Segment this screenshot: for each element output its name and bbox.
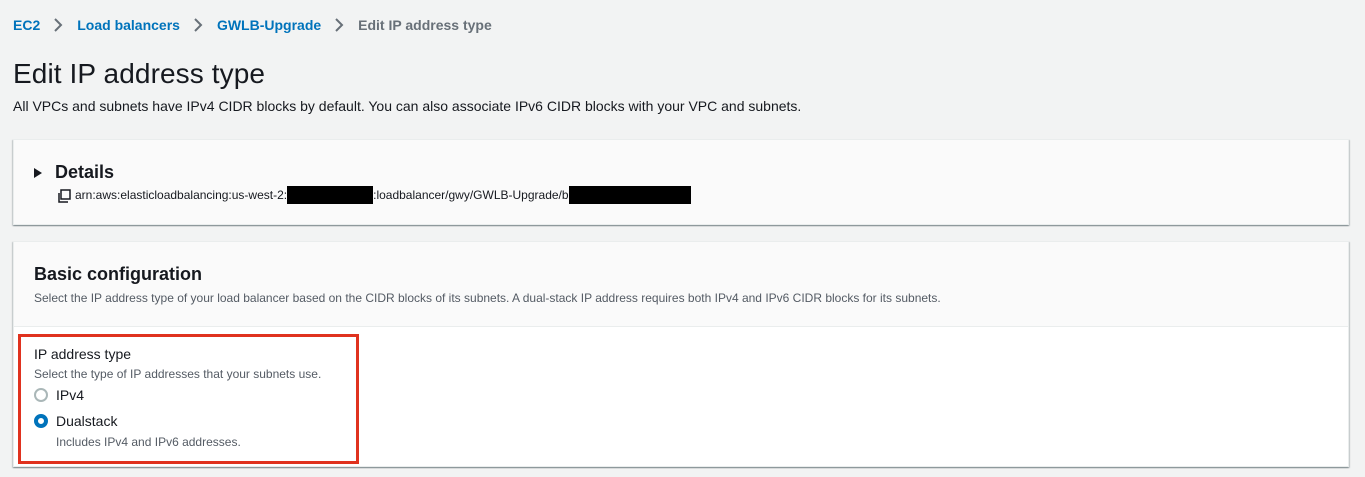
page-description: All VPCs and subnets have IPv4 CIDR bloc…: [13, 98, 802, 114]
radio-ipv4-label: IPv4: [56, 387, 85, 403]
radio-dualstack-control[interactable]: [34, 414, 48, 428]
arn-row: arn:aws:elasticloadbalancing:us-west-2: …: [56, 186, 691, 204]
arn-text-middle: :loadbalancer/gwy/GWLB-Upgrade/: [373, 188, 562, 202]
details-title: Details: [55, 162, 115, 182]
radio-ipv4[interactable]: IPv4: [34, 387, 84, 403]
page-title: Edit IP address type: [13, 58, 266, 89]
arn-text-prefix: arn:aws:elasticloadbalancing:us-west-2:: [75, 188, 288, 202]
breadcrumb-link-gwlb-upgrade[interactable]: GWLB-Upgrade: [217, 17, 321, 33]
breadcrumb: EC2 Load balancers GWLB-Upgrade Edit IP …: [13, 15, 492, 35]
radio-dualstack[interactable]: Dualstack: [34, 413, 117, 429]
basic-configuration-title: Basic configuration: [34, 264, 203, 284]
breadcrumb-current: Edit IP address type: [358, 17, 492, 33]
chevron-right-icon: [189, 17, 209, 33]
redacted-load-balancer-id: [568, 186, 691, 204]
radio-dualstack-label: Dualstack: [56, 413, 118, 429]
ip-address-type-description: Select the type of IP addresses that you…: [34, 367, 322, 381]
breadcrumb-link-load-balancers[interactable]: Load balancers: [77, 17, 180, 33]
redacted-account-id: [287, 186, 374, 204]
chevron-right-icon: [330, 17, 350, 33]
basic-configuration-panel: Basic configuration Select the IP addres…: [13, 241, 1349, 467]
caret-right-icon: [34, 167, 42, 178]
breadcrumb-link-ec2[interactable]: EC2: [13, 17, 40, 33]
details-panel: Details arn:aws:elasticloadbalancing:us-…: [13, 139, 1349, 225]
ip-address-type-label: IP address type: [34, 346, 132, 362]
radio-dualstack-description: Includes IPv4 and IPv6 addresses.: [56, 435, 241, 449]
details-expand-toggle[interactable]: Details: [34, 162, 114, 183]
copy-icon[interactable]: [56, 188, 72, 204]
radio-ipv4-control[interactable]: [34, 388, 48, 402]
basic-configuration-header: Basic configuration Select the IP addres…: [14, 242, 1348, 327]
chevron-right-icon: [49, 17, 69, 33]
arn-text-tail: b: [561, 188, 569, 202]
basic-configuration-description: Select the IP address type of your load …: [34, 291, 941, 305]
